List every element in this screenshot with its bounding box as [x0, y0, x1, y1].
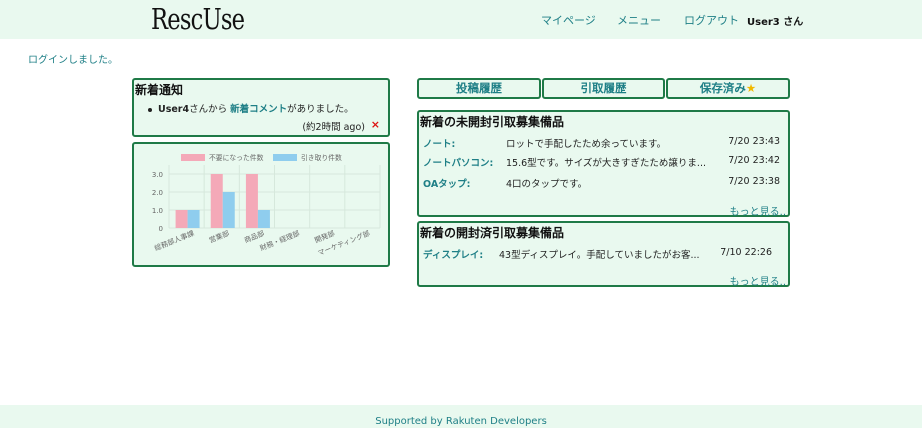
bar [210, 174, 223, 228]
bullet-icon [148, 107, 152, 112]
y-tick-label: 2.0 [152, 189, 163, 197]
unopened-items-panel: 新着の未開封引取募集備品 ノート: ロットで手配したため余っています。 7/20… [417, 110, 790, 218]
bar [175, 210, 188, 228]
y-tick-label: 0 [159, 225, 163, 233]
opened-items-panel: 新着の開封済引取募集備品 ディスプレイ: 43型ディスプレイ。手配していましたが… [417, 221, 790, 288]
item-date: 7/20 23:43 [728, 136, 780, 147]
chart-panel: 0 1.0 2.0 3.0 総務部人事課 営業部 商品部 財務・経理部 開発部 マーケティング部不… [132, 142, 390, 267]
footer: Supported by Rakuten Developers [0, 405, 922, 428]
list-item[interactable]: ノートパソコン: 15.6型です。サイズが大きすぎたため譲りま... 7/20 … [423, 155, 780, 169]
opened-more-link[interactable]: もっと見る.. [730, 273, 786, 288]
item-date: 7/10 22:26 [720, 247, 772, 258]
post-history-button[interactable]: 投稿履歴 [417, 78, 541, 99]
nav-logout-link[interactable]: ログアウト [684, 12, 739, 28]
item-name-link[interactable]: ノート: [423, 136, 455, 150]
legend-label: 引き取り件数 [301, 153, 342, 162]
legend-label: 不要になった件数 [209, 153, 264, 162]
x-tick-label: 開発部 [313, 229, 336, 245]
y-tick-label: 3.0 [152, 171, 163, 179]
notification-text-after: がありました。 [287, 104, 354, 115]
bar [222, 192, 235, 228]
notification-user: User4 [158, 104, 190, 115]
item-description: 43型ディスプレイ。手配していましたがお客... [499, 250, 699, 261]
dismiss-notification-icon[interactable]: × [371, 118, 380, 131]
unopened-items-title: 新着の未開封引取募集備品 [420, 115, 565, 129]
star-icon: ★ [745, 81, 757, 95]
notification-title: 新着通知 [135, 83, 184, 97]
nav-menu-link[interactable]: メニュー [617, 12, 661, 28]
notification-text-before: さんから [189, 104, 231, 115]
bar [257, 210, 270, 228]
department-bar-chart: 01.02.03.0総務部人事課 営業部 商品部財務・経理部 開発部マーケティング部不… [152, 153, 381, 258]
list-item[interactable]: ディスプレイ: 43型ディスプレイ。手配していましたがお客... 7/10 22… [423, 247, 780, 261]
y-tick-label: 1.0 [152, 207, 163, 215]
list-item[interactable]: OAタップ: 4口のタップです。 7/20 23:38 [423, 176, 780, 190]
saved-button[interactable]: 保存済み★ [666, 78, 790, 99]
current-user-label: User3 さん [747, 17, 804, 28]
legend-swatch [181, 154, 205, 161]
notification-item: User4さんから 新着コメントがありました。 [148, 101, 354, 115]
unopened-more-link[interactable]: もっと見る.. [730, 203, 786, 218]
item-description: 4口のタップです。 [506, 179, 588, 190]
item-description: ロットで手配したため余っています。 [506, 139, 667, 150]
new-comment-link[interactable]: 新着コメント [230, 104, 287, 115]
opened-items-title: 新着の開封済引取募集備品 [420, 226, 565, 240]
notification-time: (約2時間 ago) [302, 122, 365, 133]
item-date: 7/20 23:38 [728, 176, 780, 187]
flash-message: ログインしました。 [28, 55, 118, 66]
item-description: 15.6型です。サイズが大きすぎたため譲りま... [506, 158, 706, 169]
item-name-link[interactable]: OAタップ: [423, 176, 470, 190]
nav-mypage-link[interactable]: マイページ [541, 12, 596, 28]
x-tick-label: 商品部 [243, 229, 266, 245]
pickup-history-label: 引取履歴 [580, 81, 627, 95]
post-history-label: 投稿履歴 [456, 81, 502, 95]
notification-panel: 新着通知 User4さんから 新着コメントがありました。 (約2時間 ago) … [132, 78, 390, 137]
site-logo[interactable]: RescUse [151, 2, 245, 36]
x-tick-label: 営業部 [208, 229, 231, 245]
list-item[interactable]: ノート: ロットで手配したため余っています。 7/20 23:43 [423, 136, 780, 150]
header: RescUse マイページ メニュー ログアウト User3 さん [0, 0, 922, 39]
item-date: 7/20 23:42 [728, 155, 780, 166]
item-name-link[interactable]: ディスプレイ: [423, 247, 483, 261]
saved-label: 保存済み [699, 81, 746, 95]
x-tick-label: 財務・経理部 [259, 229, 301, 253]
bar [245, 174, 258, 228]
bar [187, 210, 200, 228]
pickup-history-button[interactable]: 引取履歴 [542, 78, 665, 99]
item-name-link[interactable]: ノートパソコン: [423, 155, 493, 169]
legend-swatch [273, 154, 297, 161]
